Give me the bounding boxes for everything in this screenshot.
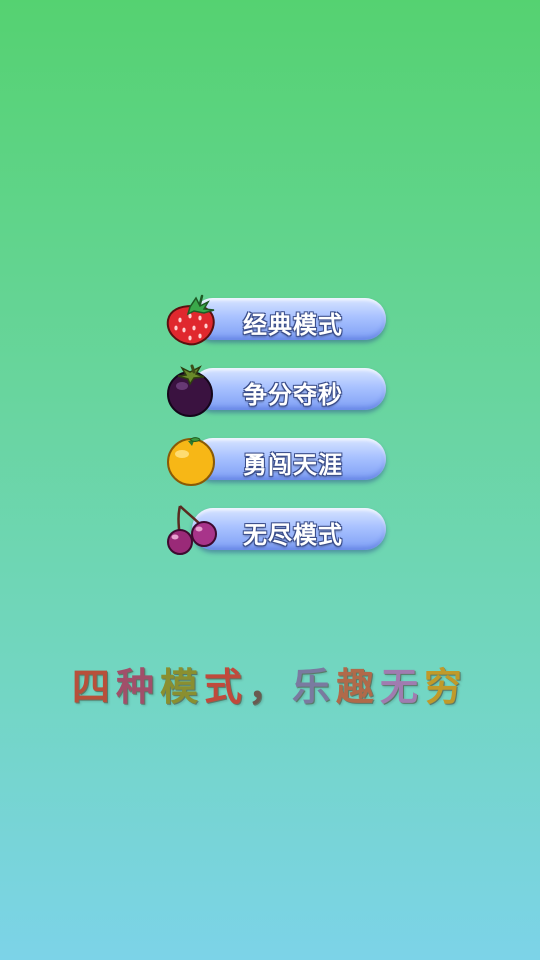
classic-mode-button[interactable]: 经典模式 (164, 292, 394, 348)
time-attack-mode-label: 争分夺秒 (243, 381, 343, 409)
tagline-char: 种 (115, 664, 160, 709)
tagline-char: 四 (71, 664, 116, 709)
endless-mode-button[interactable]: 无尽模式 (164, 502, 394, 558)
tagline-char: 模 (159, 664, 204, 709)
cherry-icon (167, 505, 217, 555)
tagline-char: ， (247, 664, 292, 709)
mangosteen-icon (167, 364, 213, 417)
adventure-mode-button[interactable]: 勇闯天涯 (164, 432, 394, 488)
classic-mode-label: 经典模式 (243, 311, 343, 339)
tagline: 四种模式，乐趣无穷 (0, 656, 540, 711)
endless-mode-label: 无尽模式 (243, 521, 343, 549)
tagline-char: 式 (203, 664, 248, 709)
time-attack-mode-button[interactable]: 争分夺秒 (164, 362, 394, 418)
tagline-char: 趣 (336, 664, 381, 709)
adventure-mode-label: 勇闯天涯 (243, 451, 343, 479)
tagline-char: 乐 (292, 664, 337, 709)
orange-icon (167, 437, 215, 486)
tagline-char: 无 (380, 664, 425, 709)
tagline-char: 穷 (424, 664, 469, 709)
strawberry-icon (166, 294, 215, 346)
